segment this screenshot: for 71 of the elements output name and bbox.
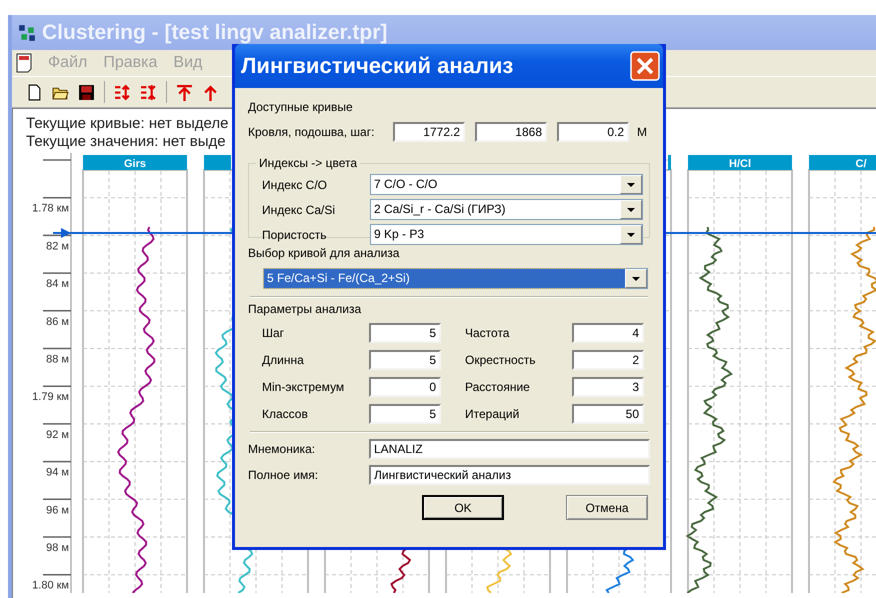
- dropdown-arrow-icon: [627, 232, 635, 236]
- field-label: Мнемоника:: [248, 442, 316, 456]
- field-label: Кровля, подошва, шаг:: [248, 125, 376, 139]
- document-icon[interactable]: [16, 53, 32, 73]
- field-label: Шаг: [262, 326, 286, 340]
- depth-label: 84 м: [46, 278, 69, 290]
- new-file-icon[interactable]: [26, 84, 43, 100]
- dropdown-arrow-icon: [632, 276, 640, 280]
- field-label: Частота: [465, 326, 510, 340]
- dropdown[interactable]: 9 Kp - P3: [370, 224, 643, 245]
- depth-label: 1.80 км: [32, 580, 69, 592]
- close-icon[interactable]: [630, 51, 660, 81]
- input-field[interactable]: 2: [572, 350, 644, 370]
- input-field[interactable]: 3: [572, 377, 644, 397]
- arrows-icon[interactable]: [114, 84, 131, 100]
- dialog-button[interactable]: OK: [422, 495, 504, 520]
- input-field[interactable]: 5: [369, 350, 441, 370]
- field-label: Длинна: [262, 353, 305, 367]
- field-label: Итераций: [465, 407, 520, 421]
- input-field[interactable]: 1868: [475, 122, 547, 142]
- depth-label: 98 м: [46, 542, 69, 554]
- section-label: Выбор кривой для анализа: [248, 246, 400, 262]
- depth-label: 1.78 км: [32, 202, 69, 215]
- section-label: Доступные кривые: [248, 100, 354, 116]
- arrows-icon[interactable]: [140, 84, 157, 100]
- depth-label: 96 м: [46, 504, 69, 516]
- dropdown-arrow-icon: [627, 208, 635, 212]
- field-label: Индекс Ca/Si: [262, 202, 336, 216]
- input-field[interactable]: 5: [369, 404, 441, 424]
- track-header: Girs: [83, 155, 187, 170]
- field-label: Min-экстремум: [262, 380, 346, 394]
- input-field[interactable]: LANALIZ: [369, 439, 650, 459]
- input-field[interactable]: 4: [572, 323, 644, 343]
- window-title: Clustering - [test lingv analizer.tpr]: [42, 20, 388, 44]
- status-text: Текущие значения: нет выде: [26, 133, 226, 151]
- section-label: Параметры анализа: [248, 302, 362, 318]
- unit-label: М: [637, 125, 647, 139]
- dropdown[interactable]: 5 Fe/Ca+Si - Fe/(Ca_2+Si): [263, 268, 648, 289]
- depth-label: 82 м: [46, 240, 69, 252]
- dialog-title: Лингвистический анализ: [241, 53, 514, 79]
- field-label: Пористость: [262, 228, 328, 242]
- track-header: C/: [809, 155, 876, 170]
- input-field[interactable]: 0.2: [557, 122, 629, 142]
- depth-label: 88 м: [46, 354, 69, 366]
- depth-label: 86 м: [46, 316, 69, 328]
- dropdown[interactable]: 2 Ca/Si_r - Ca/Si (ГИРЗ): [370, 199, 643, 220]
- depth-label: 92 м: [46, 428, 69, 441]
- track-header: H/Cl: [688, 155, 792, 170]
- field-label: Индекс C/O: [262, 178, 328, 192]
- save-icon[interactable]: [78, 84, 95, 100]
- field-label: Полное имя:: [248, 468, 320, 482]
- field-label: Окрестность: [465, 353, 536, 367]
- dropdown[interactable]: 7 C/O - C/O: [370, 174, 643, 195]
- up-arrow-icon[interactable]: [176, 84, 193, 100]
- status-text: Текущие кривые: нет выделе: [26, 115, 228, 133]
- group-title: Индексы -> цвета: [258, 156, 358, 170]
- app-icon: [18, 24, 36, 42]
- track-header: [204, 155, 231, 170]
- input-field[interactable]: 1772.2: [393, 122, 465, 142]
- input-field[interactable]: 5: [369, 323, 441, 343]
- depth-label: 94 м: [46, 466, 69, 479]
- track-header: [668, 155, 671, 170]
- input-field[interactable]: 50: [572, 404, 644, 424]
- dialog-button[interactable]: Отмена: [566, 495, 648, 520]
- depth-label: 1.79 км: [32, 391, 69, 404]
- field-label: Расстояние: [465, 380, 531, 394]
- input-field[interactable]: 0: [369, 377, 441, 397]
- up-arrow-icon[interactable]: [202, 84, 219, 100]
- field-label: Классов: [262, 407, 309, 421]
- input-field[interactable]: Лингвистический анализ: [369, 465, 650, 485]
- dropdown-arrow-icon: [627, 182, 635, 186]
